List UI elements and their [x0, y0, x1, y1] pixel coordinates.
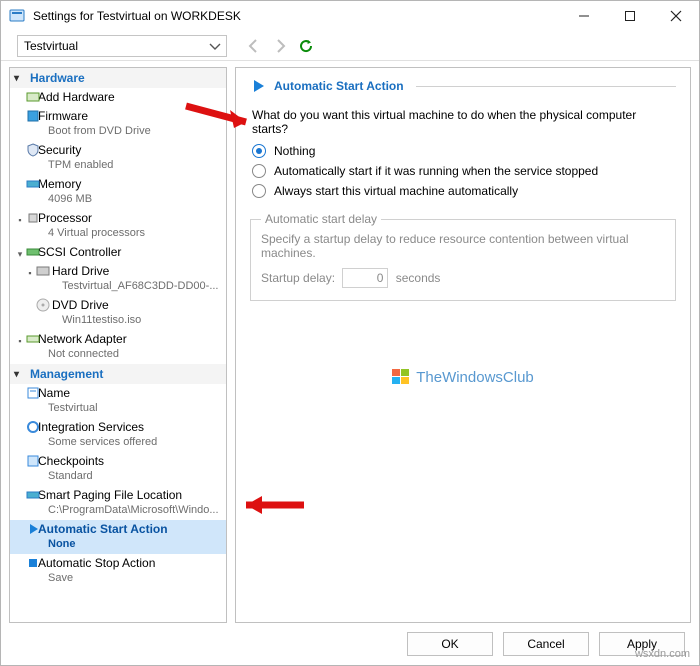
delay-description: Specify a startup delay to reduce resour…	[261, 232, 665, 260]
vm-selector-value: Testvirtual	[24, 39, 78, 53]
sidebar-item-firmware[interactable]: Firmware Boot from DVD Drive	[10, 107, 226, 141]
checkpoints-icon	[26, 454, 40, 468]
vm-selector[interactable]: Testvirtual	[17, 35, 227, 57]
radio-icon	[252, 184, 266, 198]
refresh-button[interactable]	[295, 35, 317, 57]
sidebar: ▾ Hardware Add Hardware Firmware Boot fr…	[9, 67, 227, 623]
sidebar-item-network-adapter[interactable]: ▪ Network Adapter Not connected	[10, 330, 226, 364]
close-button[interactable]	[653, 1, 699, 31]
sidebar-item-checkpoints[interactable]: Checkpoints Standard	[10, 452, 226, 486]
sidebar-item-security[interactable]: Security TPM enabled	[10, 141, 226, 175]
delay-label: Startup delay:	[261, 271, 335, 285]
window-title: Settings for Testvirtual on WORKDESK	[33, 9, 561, 23]
radio-option-auto-if-running[interactable]: Automatically start if it was running wh…	[252, 164, 676, 178]
shield-icon	[26, 143, 40, 157]
add-hardware-icon	[26, 90, 40, 104]
sidebar-item-dvd-drive[interactable]: DVD Drive Win11testiso.iso	[10, 296, 226, 330]
processor-icon	[26, 211, 40, 225]
sidebar-item-add-hardware[interactable]: Add Hardware	[10, 88, 226, 107]
toolbar: Testvirtual	[1, 31, 699, 61]
radio-icon	[252, 164, 266, 178]
network-icon	[26, 332, 40, 346]
cancel-button[interactable]: Cancel	[503, 632, 589, 656]
hard-drive-icon	[36, 264, 50, 278]
sidebar-item-name[interactable]: Name Testvirtual	[10, 384, 226, 418]
sidebar-item-processor[interactable]: ▪ Processor 4 Virtual processors	[10, 209, 226, 243]
content-question: What do you want this virtual machine to…	[252, 108, 674, 136]
delay-unit: seconds	[396, 271, 441, 285]
divider	[416, 86, 676, 87]
paging-icon	[26, 488, 40, 502]
windows-flag-icon	[392, 368, 410, 386]
start-action-icon	[250, 78, 266, 94]
sidebar-item-integration-services[interactable]: Integration Services Some services offer…	[10, 418, 226, 452]
chevron-down-icon	[210, 39, 220, 53]
radio-option-always-start[interactable]: Always start this virtual machine automa…	[252, 184, 676, 198]
app-icon	[9, 8, 25, 24]
collapse-icon: ▾	[14, 73, 19, 84]
titlebar: Settings for Testvirtual on WORKDESK	[1, 1, 699, 31]
site-watermark: wsxdn.com	[635, 648, 690, 660]
automatic-start-delay-group: Automatic start delay Specify a startup …	[250, 212, 676, 301]
nav-back-button[interactable]	[243, 35, 265, 57]
section-management[interactable]: ▾ Management	[10, 364, 226, 384]
maximize-button[interactable]	[607, 1, 653, 31]
sidebar-item-automatic-stop-action[interactable]: Automatic Stop Action Save	[10, 554, 226, 588]
radio-icon	[252, 144, 266, 158]
collapse-icon[interactable]: ▾	[14, 247, 26, 259]
scsi-icon	[26, 245, 40, 259]
sidebar-item-smart-paging[interactable]: Smart Paging File Location C:\ProgramDat…	[10, 486, 226, 520]
sidebar-item-automatic-start-action[interactable]: Automatic Start Action None	[10, 520, 226, 554]
expand-icon[interactable]: ▪	[24, 266, 36, 278]
sidebar-item-hard-drive[interactable]: ▪ Hard Drive Testvirtual_AF68C3DD-DD00-.…	[10, 262, 226, 296]
content-panel: Automatic Start Action What do you want …	[235, 67, 691, 623]
memory-icon	[26, 177, 40, 191]
sidebar-item-scsi-controller[interactable]: ▾ SCSI Controller	[10, 243, 226, 262]
watermark: TheWindowsClub	[236, 368, 690, 386]
dialog-footer: OK Cancel Apply	[1, 623, 699, 665]
expand-icon[interactable]: ▪	[14, 334, 26, 346]
ok-button[interactable]: OK	[407, 632, 493, 656]
services-icon	[26, 420, 40, 434]
minimize-button[interactable]	[561, 1, 607, 31]
expand-icon[interactable]: ▪	[14, 213, 26, 225]
startup-delay-input: 0	[342, 268, 388, 288]
nav-forward-button[interactable]	[269, 35, 291, 57]
collapse-icon: ▾	[14, 369, 19, 380]
section-hardware[interactable]: ▾ Hardware	[10, 68, 226, 88]
start-action-icon	[26, 522, 40, 536]
content-header: Automatic Start Action	[274, 79, 404, 93]
stop-action-icon	[26, 556, 40, 570]
sidebar-item-memory[interactable]: Memory 4096 MB	[10, 175, 226, 209]
firmware-icon	[26, 109, 40, 123]
radio-option-nothing[interactable]: Nothing	[252, 144, 676, 158]
name-icon	[26, 386, 40, 400]
dvd-icon	[36, 298, 50, 312]
delay-legend: Automatic start delay	[261, 212, 381, 226]
